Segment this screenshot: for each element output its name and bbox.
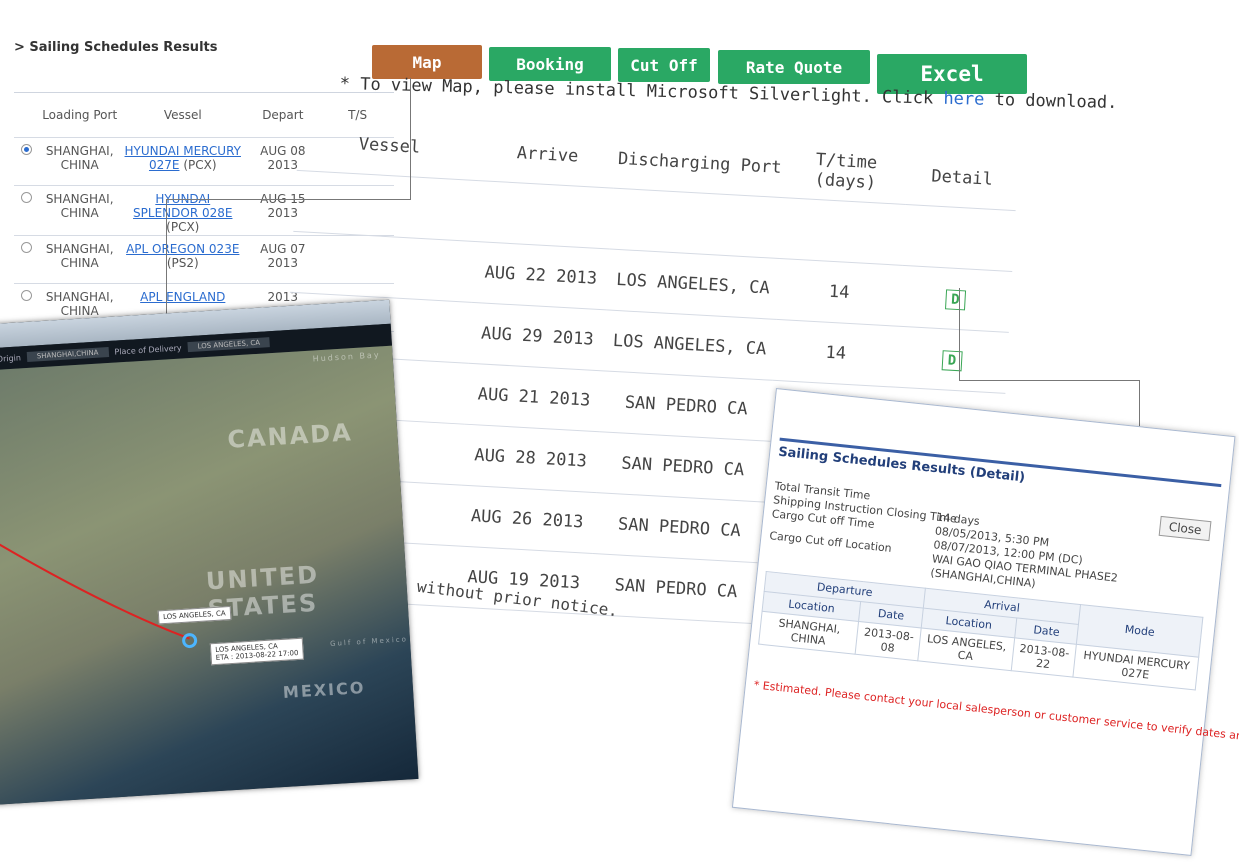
- col-detail: Detail: [905, 146, 1019, 211]
- vessel-link[interactable]: APL OREGON 023E: [126, 242, 239, 256]
- cell-vessel-2: [289, 231, 476, 303]
- cell-port: LOS ANGELES, CA: [606, 248, 780, 320]
- row-radio[interactable]: [14, 137, 39, 186]
- arr-date: 2013-08-22: [1010, 637, 1077, 678]
- vessel-link[interactable]: APL ENGLAND: [140, 290, 225, 304]
- col-discharging-port: Discharging Port: [613, 129, 787, 198]
- page-title: > Sailing Schedules Results: [14, 40, 218, 55]
- connector-line: [959, 380, 1139, 382]
- cell-port: SHANGHAI, CHINA: [38, 137, 122, 186]
- booking-button[interactable]: Booking: [489, 47, 611, 81]
- radio-unselected[interactable]: [20, 242, 32, 253]
- detail-values: 14 days 08/05/2013, 5:30 PM 08/07/2013, …: [930, 511, 1126, 600]
- cell-port: SAN PEDRO CA: [592, 492, 767, 564]
- cell-detail: D: [898, 265, 1013, 333]
- close-button[interactable]: Close: [1158, 515, 1212, 542]
- note-text-after: to download.: [984, 89, 1118, 113]
- detail-popup: Sailing Schedules Results (Detail) Close…: [731, 388, 1239, 856]
- cell-port: SHANGHAI, CHINA: [38, 235, 122, 284]
- delivery-field[interactable]: LOS ANGELES, CA: [187, 337, 271, 353]
- cell-arrive: AUG 26 2013: [458, 485, 596, 554]
- cell-arrive: [475, 180, 614, 249]
- cut-off-button[interactable]: Cut Off: [618, 48, 710, 82]
- col-vessel: Vessel: [121, 92, 245, 138]
- map-canvas[interactable]: Hudson Bay CANADA UNITED STATES MEXICO G…: [0, 345, 419, 806]
- cell-vessel: APL OREGON 023E (PS2): [121, 235, 245, 284]
- col-transit-time: T/time (days): [783, 139, 909, 205]
- col-arrive: Arrive: [478, 122, 617, 189]
- origin-field[interactable]: SHANGHAI,CHINA: [26, 346, 109, 362]
- cell-arrive: AUG 29 2013: [468, 302, 607, 371]
- estimate-warning: * Estimated. Please contact your local s…: [753, 678, 1239, 748]
- delivery-label: Place of Delivery: [114, 343, 182, 357]
- detail-table: Departure Arrival Mode Location Date Loc…: [758, 571, 1203, 691]
- col-loading-port: Loading Port: [38, 92, 122, 138]
- cell-port: [609, 188, 784, 259]
- cell-port: SAN PEDRO CA: [595, 431, 770, 503]
- cell-vessel: HYUNDAI MERCURY 027E (PCX): [121, 137, 245, 186]
- cell-detail: D: [895, 326, 1009, 394]
- map-window: Port of Origin SHANGHAI,CHINA Place of D…: [0, 299, 419, 806]
- row-radio[interactable]: [14, 235, 39, 284]
- service-code: (PS2): [166, 256, 199, 270]
- cell-vessel-2: [293, 170, 479, 242]
- download-link[interactable]: here: [943, 89, 984, 110]
- cell-detail: [901, 204, 1016, 272]
- vessel-link[interactable]: HYUNDAI SPLENDOR 028E: [133, 192, 232, 220]
- cell-port: LOS ANGELES, CA: [602, 309, 777, 381]
- service-code: (PCX): [166, 220, 200, 234]
- radio-col-header: [14, 92, 39, 138]
- detail-labels: Total Transit Time Shipping Instruction …: [769, 479, 959, 562]
- cell-vessel: HYUNDAI SPLENDOR 028E (PCX): [121, 185, 245, 236]
- connector-line: [166, 199, 168, 319]
- rate-quote-button[interactable]: Rate Quote: [718, 50, 870, 84]
- radio-selected[interactable]: [20, 144, 32, 155]
- dep-date: 2013-08-08: [855, 621, 922, 661]
- cell-ttime: 14: [772, 319, 899, 388]
- cell-port: SHANGHAI, CHINA: [38, 185, 122, 236]
- cell-ttime: [779, 197, 906, 266]
- cell-ttime: 14: [776, 258, 902, 327]
- row-radio[interactable]: [14, 185, 39, 236]
- connector-line: [959, 288, 961, 380]
- shipping-route: [0, 521, 190, 640]
- cell-arrive: AUG 28 2013: [461, 424, 600, 493]
- radio-unselected[interactable]: [20, 192, 32, 203]
- destination-marker[interactable]: [182, 633, 198, 649]
- map-button[interactable]: Map: [372, 45, 482, 79]
- origin-label: Port of Origin: [0, 352, 22, 365]
- cell-port: SAN PEDRO CA: [599, 370, 773, 442]
- cell-arrive: AUG 21 2013: [465, 363, 603, 432]
- connector-line: [410, 78, 412, 200]
- service-code: (PCX): [183, 158, 217, 172]
- col-vessel-2: Vessel: [296, 112, 483, 181]
- connector-line: [166, 199, 411, 201]
- detail-button[interactable]: D: [944, 288, 966, 310]
- radio-unselected[interactable]: [20, 290, 32, 301]
- cell-arrive: AUG 22 2013: [472, 241, 610, 310]
